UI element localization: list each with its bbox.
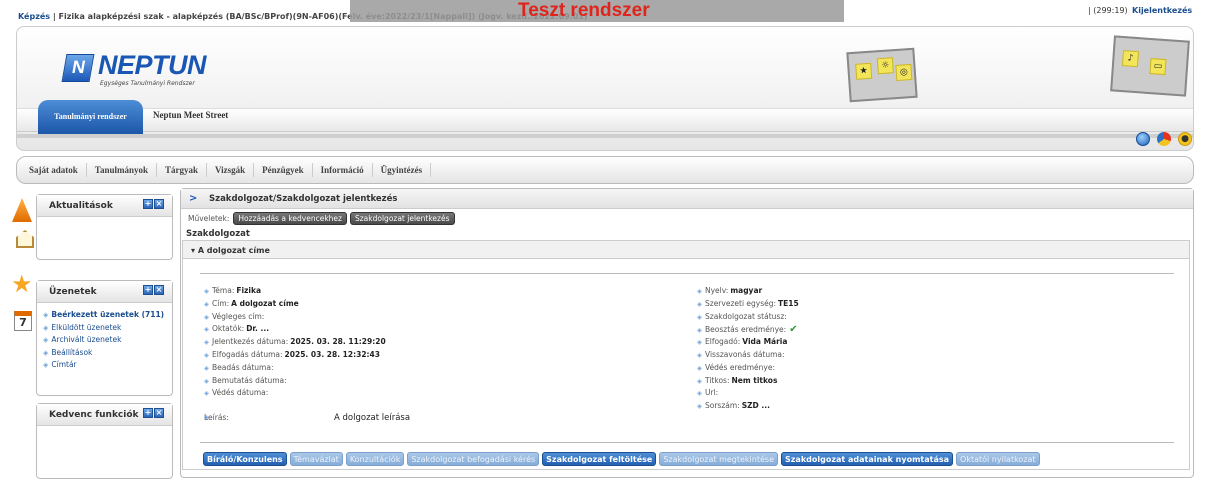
right-fields: Nyelv:magyar Szervezeti egység:TE15 Szak… (697, 286, 799, 414)
nav-tanulmanyok[interactable]: Tanulmányok (87, 163, 157, 177)
field-vegleges-cim: Végleges cím: (204, 312, 386, 325)
msg-settings-link[interactable]: Beállítások (43, 347, 166, 360)
field-vedes-eredmenye: Védés eredménye: (697, 363, 799, 376)
nav-sajat-adatok[interactable]: Saját adatok (21, 163, 87, 177)
feltoltes-button[interactable]: Szakdolgozat feltöltése (542, 452, 657, 466)
tab-meet-street[interactable]: Neptun Meet Street (153, 110, 228, 120)
field-elfogadas-datuma: Elfogadás dátuma:2025. 03. 28. 12:32:43 (204, 350, 386, 363)
field-cim: Cím:A dolgozat címe (204, 299, 386, 312)
favorites-star-icon[interactable]: ★ (11, 272, 33, 296)
main-nav: Saját adatok Tanulmányok Tárgyak Vizsgák… (16, 156, 1194, 184)
news-box-header: Aktualitások + × (37, 195, 172, 217)
session-counter: | (299:19) (1088, 6, 1128, 15)
decorative-board-left: ★ ☼ ◎ (846, 47, 918, 103)
breadcrumb-kepzes-link[interactable]: Képzés (18, 12, 50, 21)
field-bemutatas-datuma: Bemutatás dátuma: (204, 376, 386, 389)
maximize-icon[interactable]: + (143, 408, 153, 418)
add-to-favorites-button[interactable]: Hozzáadás a kedvencekhez (233, 212, 347, 225)
maximize-icon[interactable]: + (143, 285, 153, 295)
field-tema: Téma:Fizika (204, 286, 386, 299)
oktatoi-nyilatkozat-button[interactable]: Oktatói nyilatkozat (956, 452, 1040, 466)
field-vedes-datuma: Védés dátuma: (204, 388, 386, 401)
sticky-note-icon: ★ (855, 62, 873, 80)
accessibility-icon[interactable]: ● (1178, 132, 1192, 146)
field-visszavonas-datuma: Visszavonás dátuma: (697, 350, 799, 363)
divider (200, 273, 1174, 274)
news-box-title: Aktualitások (49, 201, 113, 211)
header-banner (16, 26, 1194, 151)
news-box: Aktualitások + × (36, 194, 173, 260)
temavazlat-button[interactable]: Témavázlat (289, 452, 343, 466)
chevron-right-icon: > (189, 193, 198, 204)
favorites-box: Kedvenc funkciók + × (36, 403, 173, 479)
msg-inbox-link[interactable]: Beérkezett üzenetek (711) (43, 309, 166, 322)
calendar-icon[interactable]: 7 (14, 311, 32, 331)
msg-archived-link[interactable]: Archivált üzenetek (43, 334, 166, 347)
sticky-note-icon: ◎ (895, 63, 913, 82)
sticky-note-icon: ♪ (1121, 50, 1140, 68)
close-icon[interactable]: × (154, 285, 164, 295)
megtekintes-button[interactable]: Szakdolgozat megtekintése (659, 452, 778, 466)
field-leiras-value: A dolgozat leírása (334, 413, 411, 423)
favorites-box-title: Kedvenc funkciók (49, 410, 139, 420)
konzultaciok-button[interactable]: Konzultációk (345, 452, 405, 466)
logout-link[interactable]: Kijelentkezés (1132, 6, 1192, 15)
field-titkos: Titkos:Nem titkos (697, 376, 799, 389)
field-nyelv: Nyelv:magyar (697, 286, 799, 299)
test-system-label: Teszt rendszer (518, 0, 650, 21)
field-jelentkezes-datuma: Jelentkezés dátuma:2025. 03. 28. 11:29:2… (204, 337, 386, 350)
close-icon[interactable]: × (154, 408, 164, 418)
home-icon[interactable] (16, 230, 34, 248)
diamond-icon: ◈ (204, 413, 209, 421)
thesis-apply-button[interactable]: Szakdolgozat jelentkezés (349, 212, 455, 225)
biralo-konzulens-button[interactable]: Bíráló/Konzulens (203, 452, 287, 466)
header-divider (17, 134, 1193, 138)
accordion-header[interactable]: ▾ A dolgozat címe (183, 241, 1189, 259)
section-title: Szakdolgozat (186, 229, 250, 239)
field-url: Url: (697, 388, 799, 401)
chevron-down-icon: ▾ (191, 246, 198, 255)
msg-sent-link[interactable]: Elküldött üzenetek (43, 322, 166, 335)
sticky-note-icon: ☼ (876, 57, 894, 75)
field-beosztas-eredmenye: Beosztás eredménye:✔ (697, 324, 799, 337)
messages-box-header: Üzenetek + × (37, 281, 172, 303)
field-szervezeti-egyseg: Szervezeti egység:TE15 (697, 299, 799, 312)
messages-box: Üzenetek +× Beérkezett üzenetek (711) El… (36, 280, 173, 396)
neptun-logo-icon (61, 54, 95, 82)
field-sorszam: Sorszám:SZD ... (697, 401, 799, 414)
nav-penzugyek[interactable]: Pénzügyek (254, 163, 313, 177)
field-oktatok: Oktatók:Dr. ... (204, 324, 386, 337)
color-wheel-icon[interactable] (1157, 132, 1171, 146)
checkmark-icon: ✔ (789, 324, 798, 336)
field-elfogado: Elfogadó:Vida Mária (697, 337, 799, 350)
globe-icon[interactable] (1136, 132, 1150, 146)
befogadasi-keres-button[interactable]: Szakdolgozat befogadási kérés (407, 452, 540, 466)
main-panel-header: > Szakdolgozat/Szakdolgozat jelentkezés (181, 189, 1193, 209)
nav-informacio[interactable]: Információ (313, 163, 373, 177)
nav-vizsgak[interactable]: Vizsgák (207, 163, 255, 177)
operations-bar: Műveletek: Hozzáadás a kedvencekhez Szak… (188, 212, 455, 225)
neptun-logo-subtitle: Egységes Tanulmányi Rendszer (100, 80, 195, 87)
divider (200, 442, 1174, 443)
maximize-icon[interactable]: + (143, 199, 153, 209)
font-size-icon[interactable] (12, 198, 32, 222)
nav-targyak[interactable]: Tárgyak (157, 163, 207, 177)
msg-directory-link[interactable]: Címtár (43, 359, 166, 372)
action-buttons: Bíráló/Konzulens Témavázlat Konzultációk… (203, 452, 1040, 466)
nyomtatas-button[interactable]: Szakdolgozat adatainak nyomtatása (781, 452, 954, 466)
left-fields: Téma:Fizika Cím:A dolgozat címe Végleges… (204, 286, 386, 401)
messages-box-title: Üzenetek (49, 287, 97, 297)
accordion-title: A dolgozat címe (197, 246, 270, 255)
nav-ugyintezes[interactable]: Ügyintézés (373, 163, 432, 177)
operations-label: Műveletek: (188, 214, 230, 223)
field-beadas-datuma: Beadás dátuma: (204, 363, 386, 376)
decorative-board-right: ♪ ▭ (1110, 35, 1190, 97)
close-icon[interactable]: × (154, 199, 164, 209)
neptun-logo-text: NEPTUN (98, 50, 207, 80)
tab-tanulmanyi-rendszer[interactable]: Tanulmányi rendszer (38, 100, 143, 134)
page-title: Szakdolgozat/Szakdolgozat jelentkezés (209, 194, 398, 204)
favorites-box-header: Kedvenc funkciók + × (37, 404, 172, 426)
field-statusz: Szakdolgozat státusz: (697, 312, 799, 325)
sticky-note-icon: ▭ (1149, 58, 1167, 76)
